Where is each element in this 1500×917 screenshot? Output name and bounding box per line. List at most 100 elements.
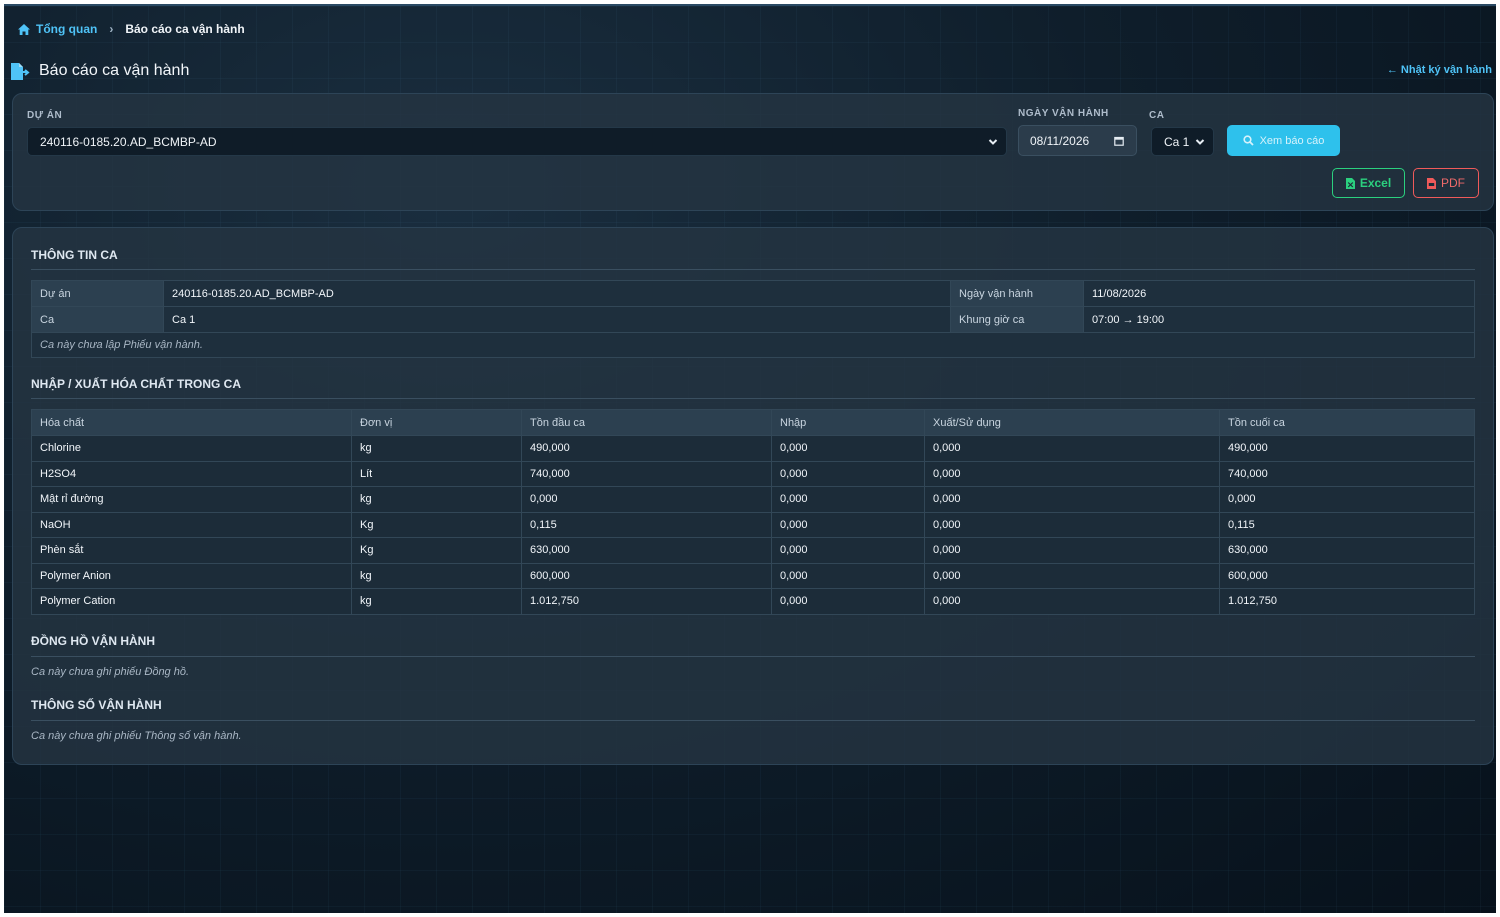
shift-select-value: Ca 1 [1164,134,1190,149]
table-cell: 0,000 [771,511,925,538]
shift-date-value: 11/08/2026 [1083,280,1475,307]
date-input[interactable]: 08/11/2026 [1018,125,1137,156]
export-excel-label: Excel [1359,176,1392,190]
chevron-down-icon [1195,138,1205,145]
page-header: Báo cáo ca vận hành ← Nhật ký vận hành [10,59,1494,83]
divider [31,269,1475,270]
divider [31,720,1475,721]
table-row: H2SO4 Lít 740,000 0,000 0,000 740,000 [31,460,1475,487]
table-cell: 740,000 [1219,460,1475,487]
table-cell: 0,000 [924,486,1220,513]
table-cell: 0,115 [1219,511,1475,538]
export-pdf-button[interactable]: PDF [1413,168,1479,198]
divider [31,398,1475,399]
table-cell: kg [351,562,522,589]
table-cell: 0,000 [771,562,925,589]
table-cell: 0,000 [771,486,925,513]
export-pdf-label: PDF [1441,176,1465,190]
calendar-icon[interactable] [1114,136,1124,146]
column-header: Tồn đầu ca [521,409,772,436]
table-cell: kg [351,588,522,615]
shift-info-note: Ca này chưa lập Phiếu vận hành. [31,332,1475,358]
table-cell: 600,000 [1219,562,1475,589]
column-header: Hóa chất [31,409,352,436]
page-title: Báo cáo ca vận hành [10,62,189,81]
report-panel: THÔNG TIN CA Dự án 240116-0185.20.AD_BCM… [12,227,1494,765]
table-cell: 0,000 [924,537,1220,564]
table-row: Polymer Cation kg 1.012,750 0,000 0,000 1.012… [31,588,1475,615]
table-cell: Phèn sắt [31,537,352,564]
column-header: Đơn vị [351,409,522,436]
table-cell: 0,000 [924,460,1220,487]
filter-panel: DỰ ÁN 240116-0185.20.AD_BCMBP-AD NGÀY VẬ… [12,93,1494,211]
table-row: Ca Ca 1 Khung giờ ca 07:00 → 19:00 [31,306,1475,333]
app-frame: Tổng quan › Báo cáo ca vận hành Báo cáo … [4,4,1496,913]
shift-time-value: 07:00 → 19:00 [1083,306,1475,333]
table-cell: H2SO4 [31,460,352,487]
table-cell: 0,000 [771,460,925,487]
breadcrumb-home-link[interactable]: Tổng quan [17,22,97,36]
table-cell: 0,000 [924,588,1220,615]
params-title: THÔNG SỐ VẬN HÀNH [31,698,162,712]
table-cell: Polymer Anion [31,562,352,589]
table-cell: 0,000 [924,435,1220,462]
table-cell: 0,000 [1219,486,1475,513]
column-header: Xuất/Sử dụng [924,409,1220,436]
divider [31,656,1475,657]
column-header: Tồn cuối ca [1219,409,1475,436]
file-pdf-icon [1427,177,1436,189]
table-header-row: Hóa chất Đơn vị Tồn đầu ca Nhập Xuất/Sử dụng… [31,409,1475,436]
table-cell: 0,000 [924,511,1220,538]
table-row: Dự án 240116-0185.20.AD_BCMBP-AD Ngày vậ… [31,280,1475,307]
table-cell: Kg [351,511,522,538]
home-icon [18,23,30,35]
table-cell: NaOH [31,511,352,538]
table-cell: Kg [351,537,522,564]
table-cell: 600,000 [521,562,772,589]
breadcrumb: Tổng quan › Báo cáo ca vận hành [17,22,245,36]
file-excel-icon [1345,177,1355,189]
chemicals-table-body: Chlorine kg 490,000 0,000 0,000 490,000 H2SO4 L… [31,435,1475,615]
table-cell: 0,115 [521,511,772,538]
view-report-label: Xem báo cáo [1259,134,1325,147]
shift-time-label: Khung giờ ca [950,306,1084,333]
table-cell: 0,000 [771,537,925,564]
meters-empty-note: Ca này chưa ghi phiếu Đồng hồ. [31,666,190,678]
table-cell: 630,000 [521,537,772,564]
table-row: Phèn sắt Kg 630,000 0,000 0,000 630,000 [31,537,1475,564]
project-filter-label: DỰ ÁN [27,110,63,121]
project-select[interactable]: 240116-0185.20.AD_BCMBP-AD [27,127,1007,156]
table-cell: 490,000 [521,435,772,462]
back-link-operation-log[interactable]: ← Nhật ký vận hành [1387,64,1492,76]
table-cell: kg [351,435,522,462]
table-row: NaOH Kg 0,115 0,000 0,000 0,115 [31,511,1475,538]
table-cell: 0,000 [924,562,1220,589]
table-cell: Chlorine [31,435,352,462]
export-excel-button[interactable]: Excel [1332,168,1405,198]
table-row: Mật rỉ đường kg 0,000 0,000 0,000 0,000 [31,486,1475,513]
table-cell: 0,000 [771,588,925,615]
breadcrumb-separator: › [109,22,114,36]
shift-project-value: 240116-0185.20.AD_BCMBP-AD [163,280,951,307]
table-cell: 0,000 [771,435,925,462]
chemicals-title: NHẬP / XUẤT HÓA CHẤT TRONG CA [31,377,241,391]
table-row: Chlorine kg 490,000 0,000 0,000 490,000 [31,435,1475,462]
column-header: Nhập [771,409,925,436]
table-cell: 1.012,750 [1219,588,1475,615]
page-title-text: Báo cáo ca vận hành [39,62,190,79]
shift-date-label: Ngày vận hành [950,280,1084,307]
table-row: Ca này chưa lập Phiếu vận hành. [31,332,1475,358]
table-cell: 1.012,750 [521,588,772,615]
view-report-button[interactable]: Xem báo cáo [1227,125,1340,156]
shift-select[interactable]: Ca 1 [1151,127,1214,156]
shift-info-table: Dự án 240116-0185.20.AD_BCMBP-AD Ngày vậ… [31,280,1475,358]
breadcrumb-home-label: Tổng quan [36,22,98,36]
table-cell: 490,000 [1219,435,1475,462]
search-icon [1242,135,1254,146]
date-input-value: 08/11/2026 [1030,133,1090,148]
params-empty-note: Ca này chưa ghi phiếu Thông số vận hành. [31,730,242,742]
shift-name-label: Ca [31,306,164,333]
project-select-value: 240116-0185.20.AD_BCMBP-AD [40,134,217,149]
chemicals-table: Hóa chất Đơn vị Tồn đầu ca Nhập Xuất/Sử dụng… [31,409,1475,615]
table-cell: 0,000 [521,486,772,513]
